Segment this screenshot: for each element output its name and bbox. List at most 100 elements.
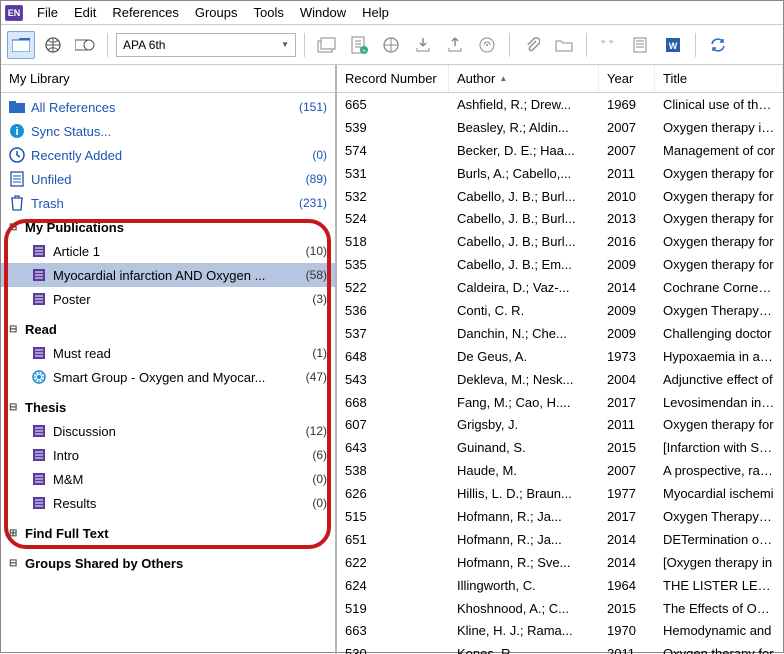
table-row[interactable]: 626Hillis, L. D.; Braun...1977Myocardial… <box>337 482 783 505</box>
collapse-icon[interactable]: ⊟ <box>9 402 21 413</box>
table-row[interactable]: 536Conti, C. R.2009Oxygen Therapy-Us <box>337 299 783 322</box>
group-item[interactable]: Discussion(12) <box>1 419 335 443</box>
cell-title: Cochrane Corner: W <box>655 280 783 295</box>
sidebar-all-references[interactable]: All References(151) <box>1 95 335 119</box>
cell-year: 2009 <box>599 257 655 272</box>
table-row[interactable]: 535Cabello, J. B.; Em...2009Oxygen thera… <box>337 253 783 276</box>
column-year[interactable]: Year <box>599 65 655 92</box>
cell-author: Ashfield, R.; Drew... <box>449 97 599 112</box>
find-fulltext-button[interactable] <box>473 31 501 59</box>
group-item[interactable]: Results(0) <box>1 491 335 515</box>
table-row[interactable]: 648De Geus, A.1973Hypoxaemia in acut <box>337 345 783 368</box>
import-button[interactable] <box>409 31 437 59</box>
cell-year: 2017 <box>599 395 655 410</box>
menu-file[interactable]: File <box>29 3 66 22</box>
group-my-publications[interactable]: ⊟My Publications <box>1 215 335 239</box>
menu-groups[interactable]: Groups <box>187 3 246 22</box>
sidebar-header[interactable]: My Library <box>1 65 335 93</box>
table-row[interactable]: 515Hofmann, R.; Ja...2017Oxygen Therapy … <box>337 505 783 528</box>
cell-author: Cabello, J. B.; Burl... <box>449 189 599 204</box>
group-groups-shared-by-others[interactable]: ⊟Groups Shared by Others <box>1 551 335 575</box>
copy-to-library-button[interactable] <box>313 31 341 59</box>
column-author[interactable]: Author▲ <box>449 65 599 92</box>
group-item[interactable]: Article 1(10) <box>1 239 335 263</box>
group-item[interactable]: M&M(0) <box>1 467 335 491</box>
allrefs-icon <box>9 99 25 115</box>
cell-year: 1964 <box>599 578 655 593</box>
sync-button[interactable] <box>704 31 732 59</box>
table-row[interactable]: 622Hofmann, R.; Sve...2014[Oxygen therap… <box>337 551 783 574</box>
new-reference-button[interactable]: + <box>345 31 373 59</box>
toolbar-separator <box>586 33 587 57</box>
expand-icon[interactable]: ⊞ <box>9 528 21 539</box>
group-item[interactable]: Myocardial infarction AND Oxygen ...(58) <box>1 263 335 287</box>
attach-button[interactable] <box>518 31 546 59</box>
online-mode-button[interactable] <box>39 31 67 59</box>
cell-record-number: 524 <box>337 211 449 226</box>
cell-author: Cabello, J. B.; Burl... <box>449 234 599 249</box>
cell-record-number: 624 <box>337 578 449 593</box>
sidebar-recently-added[interactable]: Recently Added(0) <box>1 143 335 167</box>
table-row[interactable]: 651Hofmann, R.; Ja...2014DETermination o… <box>337 528 783 551</box>
cell-author: Hofmann, R.; Ja... <box>449 532 599 547</box>
group-item[interactable]: Must read(1) <box>1 341 335 365</box>
group-find-full-text[interactable]: ⊞Find Full Text <box>1 521 335 545</box>
group-item[interactable]: Smart Group - Oxygen and Myocar...(47) <box>1 365 335 389</box>
table-row[interactable]: 532Cabello, J. B.; Burl...2010Oxygen the… <box>337 185 783 208</box>
group-read[interactable]: ⊟Read <box>1 317 335 341</box>
cell-record-number: 543 <box>337 372 449 387</box>
table-row[interactable]: 665Ashfield, R.; Drew...1969Clinical use… <box>337 93 783 116</box>
export-button[interactable] <box>441 31 469 59</box>
chevron-down-icon: ▼ <box>281 40 289 49</box>
table-row[interactable]: 543Dekleva, M.; Nesk...2004Adjunctive ef… <box>337 368 783 391</box>
table-row[interactable]: 519Khoshnood, A.; C...2015The Effects of… <box>337 597 783 620</box>
column-record-number[interactable]: Record Number <box>337 65 449 92</box>
cell-author: Burls, A.; Cabello,... <box>449 166 599 181</box>
table-row[interactable]: 531Burls, A.; Cabello,...2011Oxygen ther… <box>337 162 783 185</box>
menu-references[interactable]: References <box>104 3 186 22</box>
table-row[interactable]: 607Grigsby, J.2011Oxygen therapy for <box>337 413 783 436</box>
group-item[interactable]: Poster(3) <box>1 287 335 311</box>
cell-author: Conti, C. R. <box>449 303 599 318</box>
table-row[interactable]: 643Guinand, S.2015[Infarction with ST s <box>337 436 783 459</box>
local-library-button[interactable] <box>7 31 35 59</box>
menu-tools[interactable]: Tools <box>245 3 291 22</box>
online-search-button[interactable] <box>377 31 405 59</box>
table-row[interactable]: 537Danchin, N.; Che...2009Challenging do… <box>337 322 783 345</box>
style-dropdown[interactable]: APA 6th ▼ <box>116 33 296 57</box>
group-icon <box>31 423 47 439</box>
table-row[interactable]: 574Becker, D. E.; Haa...2007Management o… <box>337 139 783 162</box>
format-bibliography-button[interactable] <box>627 31 655 59</box>
cell-title: The Effects of Oxyg <box>655 601 783 616</box>
menu-help[interactable]: Help <box>354 3 397 22</box>
group-item[interactable]: Intro(6) <box>1 443 335 467</box>
cell-title: Oxygen Therapy in S <box>655 509 783 524</box>
cell-record-number: 535 <box>337 257 449 272</box>
menu-edit[interactable]: Edit <box>66 3 104 22</box>
collapse-icon[interactable]: ⊟ <box>9 222 21 233</box>
group-thesis[interactable]: ⊟Thesis <box>1 395 335 419</box>
cite-in-word-button[interactable]: W <box>659 31 687 59</box>
table-row[interactable]: 538Haude, M.2007A prospective, randc <box>337 459 783 482</box>
sidebar-trash[interactable]: Trash(231) <box>1 191 335 215</box>
table-row[interactable]: 668Fang, M.; Cao, H....2017Levosimendan … <box>337 391 783 414</box>
table-row[interactable]: 518Cabello, J. B.; Burl...2016Oxygen the… <box>337 230 783 253</box>
table-row[interactable]: 539Beasley, R.; Aldin...2007Oxygen thera… <box>337 116 783 139</box>
menu-window[interactable]: Window <box>292 3 354 22</box>
group-icon <box>31 291 47 307</box>
open-folder-button[interactable] <box>550 31 578 59</box>
table-row[interactable]: 624Illingworth, C.1964THE LISTER LECTUR <box>337 574 783 597</box>
integrated-mode-button[interactable] <box>71 31 99 59</box>
table-row[interactable]: 530Kones, R.2011Oxygen therapy for <box>337 642 783 654</box>
insert-citation-button[interactable]: ”” <box>595 31 623 59</box>
sidebar-sync-status-[interactable]: iSync Status... <box>1 119 335 143</box>
cell-author: Becker, D. E.; Haa... <box>449 143 599 158</box>
column-title[interactable]: Title <box>655 65 783 92</box>
table-row[interactable]: 522Caldeira, D.; Vaz-...2014Cochrane Cor… <box>337 276 783 299</box>
table-row[interactable]: 524Cabello, J. B.; Burl...2013Oxygen the… <box>337 207 783 230</box>
sidebar-unfiled[interactable]: Unfiled(89) <box>1 167 335 191</box>
collapse-icon[interactable]: ⊟ <box>9 558 21 569</box>
table-row[interactable]: 663Kline, H. J.; Rama...1970Hemodynamic … <box>337 619 783 642</box>
collapse-icon[interactable]: ⊟ <box>9 324 21 335</box>
cell-year: 2009 <box>599 326 655 341</box>
